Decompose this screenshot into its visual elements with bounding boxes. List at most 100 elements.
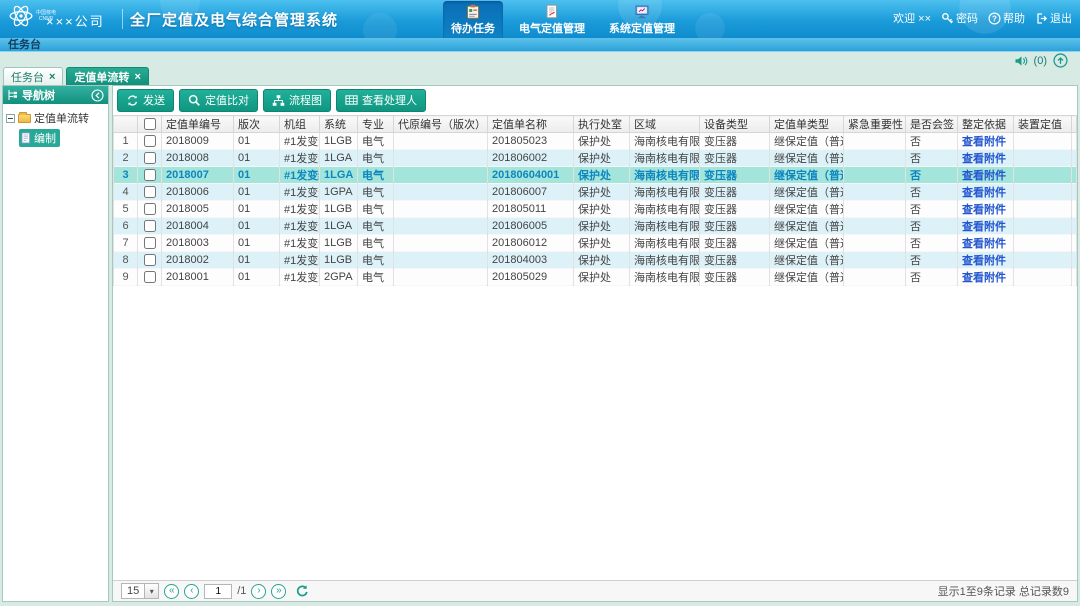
cell: 201805011 (488, 201, 574, 218)
cell: 2GPA (320, 269, 358, 286)
view-attachment-link[interactable]: 查看附件 (962, 204, 1006, 216)
nav-item-2[interactable]: 电气定值管理 (511, 1, 593, 38)
table-row[interactable]: 8201800201#1发变组1LGB电气201804003保护处海南核电有限公… (114, 252, 1077, 269)
close-icon[interactable]: × (134, 71, 140, 83)
sound-icon[interactable] (1014, 55, 1028, 67)
table-row[interactable]: 9201800101#1发变组2GPA电气201805029保护处海南核电有限公… (114, 269, 1077, 286)
toolbar-button-label: 发送 (143, 92, 165, 108)
row-number: 1 (114, 133, 138, 150)
row-number: 8 (114, 252, 138, 269)
first-page-button[interactable]: « (164, 584, 179, 599)
next-page-button[interactable]: › (251, 584, 266, 599)
flowchart-icon (272, 94, 285, 107)
cell: 查看附件 (958, 184, 1014, 201)
cell: 否 (906, 235, 958, 252)
tab-label: 定值单流转 (74, 69, 129, 85)
row-number: 4 (114, 184, 138, 201)
cell (1014, 235, 1072, 252)
column-header: 装置定值 (1014, 116, 1072, 133)
row-checkbox[interactable] (144, 254, 156, 266)
collapse-sidebar-button[interactable] (91, 89, 104, 102)
table-row[interactable]: 2201800801#1发变组1LGA电气201806002保护处海南核电有限公… (114, 150, 1077, 167)
breadcrumb-bar: 任务台 (0, 38, 1080, 52)
cell (844, 133, 906, 150)
cell (1014, 252, 1072, 269)
table-row[interactable]: 1201800901#1发变组1LGB电气201805023保护处海南核电有限公… (114, 133, 1077, 150)
tab-2[interactable]: 定值单流转 × (66, 67, 148, 85)
cell: 01 (234, 269, 280, 286)
cell: 2018005 (162, 201, 234, 218)
column-header: 代原编号（版次） (394, 116, 488, 133)
view-attachment-link[interactable]: 查看附件 (962, 221, 1006, 233)
view-attachment-link[interactable]: 查看附件 (962, 272, 1006, 284)
cell: 1LGA (320, 218, 358, 235)
record-status: 显示1至9条记录 总记录数9 (938, 583, 1069, 599)
view-attachment-link[interactable]: 查看附件 (962, 238, 1006, 250)
row-checkbox[interactable] (144, 271, 156, 283)
view-attachment-link[interactable]: 查看附件 (962, 170, 1006, 182)
collapse-node-icon[interactable] (6, 114, 15, 123)
row-checkbox[interactable] (144, 203, 156, 215)
tree-node-bianzhi[interactable]: 编制 (19, 129, 60, 147)
page-size-select[interactable]: 15 ▾ (121, 583, 159, 599)
cell: 保护处 (574, 167, 630, 184)
cell: 201805029 (488, 269, 574, 286)
row-checkbox[interactable] (144, 220, 156, 232)
table-row[interactable]: 3201800701#1发变组1LGA电气20180604001保护处海南核电有… (114, 167, 1077, 184)
cell: 2018008 (162, 150, 234, 167)
document-icon (21, 132, 31, 144)
nav-tree: 定值单流转 编制 (3, 104, 108, 153)
select-all-checkbox[interactable] (144, 118, 156, 130)
scroll-top-button[interactable] (1053, 53, 1068, 68)
password-button[interactable]: 密码 (941, 10, 978, 26)
cell (394, 252, 488, 269)
cell (844, 218, 906, 235)
cell: 查看附件 (958, 201, 1014, 218)
row-checkbox[interactable] (144, 169, 156, 181)
column-header: 是否会签 (906, 116, 958, 133)
cell: 保护处 (574, 133, 630, 150)
key-icon (941, 12, 954, 25)
cell: 保护处 (574, 218, 630, 235)
sidebar-header: 导航树 (3, 86, 108, 104)
table-row[interactable]: 4201800601#1发变组1GPA电气201806007保护处海南核电有限公… (114, 184, 1077, 201)
tab-1[interactable]: 任务台× (3, 67, 63, 85)
last-page-button[interactable]: » (271, 584, 286, 599)
cell (844, 235, 906, 252)
system-title: 全厂定值及电气综合管理系统 (130, 9, 338, 30)
cell: 2018003 (162, 235, 234, 252)
electric-doc-icon (544, 4, 560, 19)
row-checkbox[interactable] (144, 135, 156, 147)
cell: 电气 (358, 167, 394, 184)
cell: 01 (234, 235, 280, 252)
nav-item-1[interactable]: 待办任务 (443, 1, 503, 38)
cell (1014, 133, 1072, 150)
view-attachment-link[interactable]: 查看附件 (962, 187, 1006, 199)
refresh-button[interactable] (295, 584, 309, 598)
view-attachment-link[interactable]: 查看附件 (962, 136, 1006, 148)
tree-node-root[interactable]: 定值单流转 (6, 110, 105, 126)
cell (844, 201, 906, 218)
cell: #1发变组 (280, 201, 320, 218)
row-checkbox[interactable] (144, 152, 156, 164)
table-row[interactable]: 5201800501#1发变组1LGB电气201805011保护处海南核电有限公… (114, 201, 1077, 218)
help-button[interactable]: ? 帮助 (988, 10, 1025, 26)
table-row[interactable]: 6201800401#1发变组1LGA电气201806005保护处海南核电有限公… (114, 218, 1077, 235)
cell: 保护处 (574, 269, 630, 286)
row-checkbox[interactable] (144, 237, 156, 249)
toolbar-button-2[interactable]: 定值比对 (179, 89, 258, 112)
view-attachment-link[interactable]: 查看附件 (962, 255, 1006, 267)
cell: #1发变组 (280, 252, 320, 269)
toolbar-button-4[interactable]: 查看处理人 (336, 89, 426, 112)
nav-item-3[interactable]: 系统定值管理 (601, 1, 683, 38)
close-icon[interactable]: × (49, 71, 55, 83)
row-checkbox[interactable] (144, 186, 156, 198)
table-row[interactable]: 7201800301#1发变组1LGB电气201806012保护处海南核电有限公… (114, 235, 1077, 252)
prev-page-button[interactable]: ‹ (184, 584, 199, 599)
logout-button[interactable]: 退出 (1035, 10, 1072, 26)
toolbar-button-3[interactable]: 流程图 (263, 89, 331, 112)
view-attachment-link[interactable]: 查看附件 (962, 153, 1006, 165)
cell: #1发变组 (280, 269, 320, 286)
page-input[interactable] (204, 584, 232, 599)
toolbar-button-1[interactable]: 发送 (117, 89, 174, 112)
